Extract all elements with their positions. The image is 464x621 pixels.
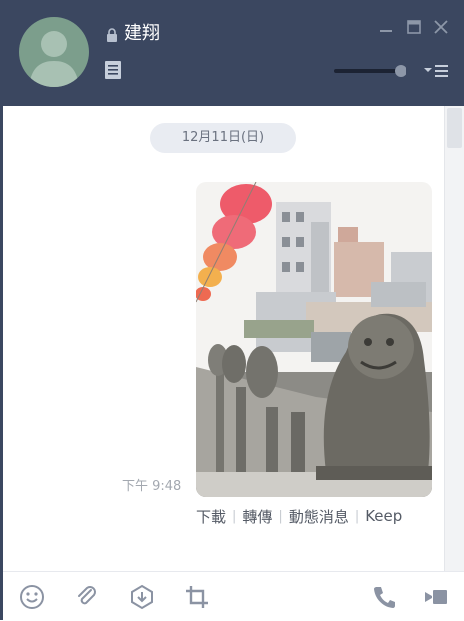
volume-slider[interactable] bbox=[334, 64, 406, 78]
keep-icon[interactable] bbox=[129, 584, 155, 610]
download-link[interactable]: 下載 bbox=[190, 506, 232, 527]
timeline-share-link[interactable]: 動態消息 bbox=[283, 506, 355, 527]
lock-icon bbox=[107, 28, 117, 42]
close-icon[interactable] bbox=[432, 18, 450, 36]
scrollbar[interactable] bbox=[444, 106, 464, 571]
note-icon[interactable] bbox=[104, 60, 122, 80]
photo-actions: 下載 | 轉傳 | 動態消息 | Keep bbox=[190, 505, 408, 527]
keep-link[interactable]: Keep bbox=[359, 507, 408, 525]
contact-name[interactable]: 建翔 bbox=[124, 22, 160, 46]
call-icon[interactable] bbox=[371, 584, 397, 610]
date-separator: 12月11日(日) bbox=[150, 123, 296, 153]
photo-message[interactable] bbox=[196, 182, 432, 497]
video-icon[interactable] bbox=[423, 584, 449, 610]
crop-icon[interactable] bbox=[184, 584, 210, 610]
menu-icon[interactable] bbox=[422, 63, 450, 79]
scrollbar-thumb[interactable] bbox=[447, 108, 462, 148]
minimize-icon[interactable] bbox=[377, 18, 395, 36]
maximize-icon[interactable] bbox=[405, 18, 423, 36]
message-time: 下午 9:48 bbox=[122, 479, 182, 494]
forward-link[interactable]: 轉傳 bbox=[236, 506, 278, 527]
emoji-icon[interactable] bbox=[19, 584, 45, 610]
attach-icon[interactable] bbox=[74, 584, 100, 610]
contact-avatar[interactable] bbox=[19, 17, 89, 87]
